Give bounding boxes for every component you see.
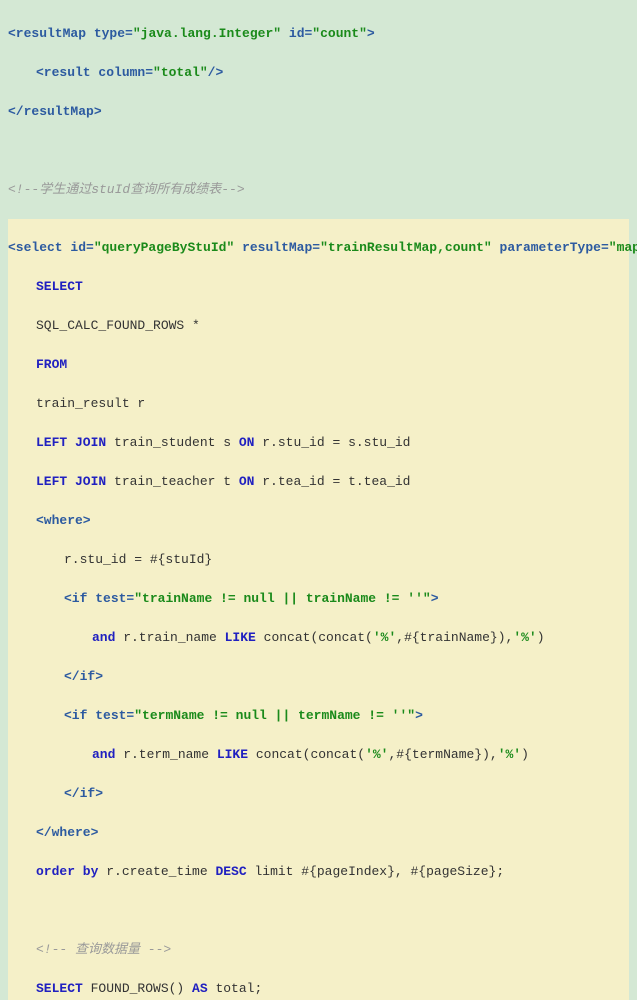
code-line: and r.term_name LIKE concat(concat('%',#… (8, 745, 629, 765)
attr-value: "map" (609, 240, 637, 255)
sql-keyword: and (92, 747, 115, 762)
code-line: <result column="total"/> (8, 63, 629, 83)
sql-string: '%' (513, 630, 536, 645)
highlighted-block: <select id="queryPageByStuId" resultMap=… (8, 219, 629, 1000)
code-line: </if> (8, 667, 629, 687)
xml-tag: </if> (64, 786, 103, 801)
code-line: </if> (8, 784, 629, 804)
sql-keyword: LIKE (225, 630, 256, 645)
sql-keyword: DESC (215, 864, 246, 879)
attr-value: "trainResultMap,count" (320, 240, 492, 255)
attr-name: type= (94, 26, 133, 41)
sql-keyword: SELECT (36, 981, 83, 996)
attr-name: parameterType= (500, 240, 609, 255)
code-line: <if test="trainName != null || trainName… (8, 589, 629, 609)
sql-string: '%' (498, 747, 521, 762)
xml-code-block: <resultMap type="java.lang.Integer" id="… (0, 0, 637, 1000)
xml-tag: <where> (36, 513, 91, 528)
sql-keyword: FROM (36, 357, 67, 372)
sql-keyword: and (92, 630, 115, 645)
code-line: order by r.create_time DESC limit #{page… (8, 862, 629, 882)
sql-keyword: LIKE (217, 747, 248, 762)
attr-name: test= (95, 708, 134, 723)
code-line: LEFT JOIN train_teacher t ON r.tea_id = … (8, 472, 629, 492)
attr-value: "queryPageByStuId" (94, 240, 234, 255)
sql-string: '%' (373, 630, 396, 645)
code-line: </resultMap> (8, 102, 629, 122)
xml-tag: > (367, 26, 375, 41)
sql-keyword: LEFT JOIN (36, 435, 106, 450)
code-line: LEFT JOIN train_student s ON r.stu_id = … (8, 433, 629, 453)
attr-value: "java.lang.Integer" (133, 26, 281, 41)
blank-line (8, 141, 629, 161)
xml-comment: <!--学生通过stuId查询所有成绩表--> (8, 180, 629, 200)
code-line: </where> (8, 823, 629, 843)
code-line: r.stu_id = #{stuId} (8, 550, 629, 570)
attr-name: resultMap= (242, 240, 320, 255)
code-line: FROM (8, 355, 629, 375)
attr-name: id= (289, 26, 312, 41)
attr-value: "trainName != null || trainName != ''" (134, 591, 430, 606)
blank-line (8, 901, 629, 921)
sql-keyword: ON (239, 435, 255, 450)
sql-keyword: AS (192, 981, 208, 996)
code-line: SELECT FOUND_ROWS() AS total; (8, 979, 629, 999)
xml-tag: <if (64, 591, 95, 606)
xml-tag: </if> (64, 669, 103, 684)
attr-value: "termName != null || termName != ''" (134, 708, 415, 723)
code-line: SELECT (8, 277, 629, 297)
code-line: <select id="queryPageByStuId" resultMap=… (8, 238, 629, 258)
xml-tag: /> (208, 65, 224, 80)
sql-keyword: order by (36, 864, 98, 879)
attr-value: "total" (153, 65, 208, 80)
sql-keyword: SELECT (36, 279, 83, 294)
code-line: and r.train_name LIKE concat(concat('%',… (8, 628, 629, 648)
code-line: train_result r (8, 394, 629, 414)
xml-tag: > (415, 708, 423, 723)
xml-tag: <if (64, 708, 95, 723)
xml-tag: > (431, 591, 439, 606)
code-line: <if test="termName != null || termName !… (8, 706, 629, 726)
attr-name: test= (95, 591, 134, 606)
xml-tag: <select (8, 240, 70, 255)
attr-name: id= (70, 240, 93, 255)
xml-tag: </where> (36, 825, 98, 840)
attr-name: column= (98, 65, 153, 80)
sql-string: '%' (365, 747, 388, 762)
xml-comment: <!-- 查询数据量 --> (8, 940, 629, 960)
xml-tag: <resultMap (8, 26, 94, 41)
code-line: <resultMap type="java.lang.Integer" id="… (8, 24, 629, 44)
attr-value: "count" (312, 26, 367, 41)
code-line: <where> (8, 511, 629, 531)
sql-keyword: ON (239, 474, 255, 489)
sql-keyword: LEFT JOIN (36, 474, 106, 489)
xml-tag: <result (36, 65, 98, 80)
code-line: SQL_CALC_FOUND_ROWS * (8, 316, 629, 336)
xml-tag: </resultMap> (8, 104, 102, 119)
